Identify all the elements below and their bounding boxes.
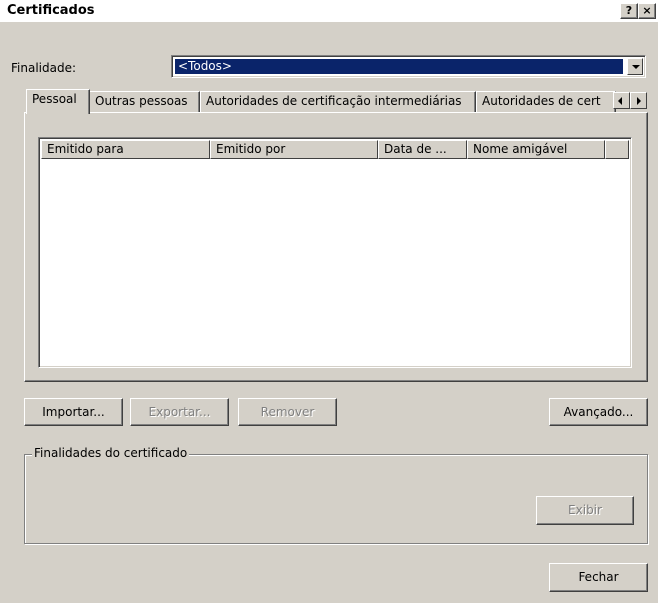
column-emitido-por[interactable]: Emitido por bbox=[210, 140, 378, 159]
tab-outras-pessoas[interactable]: Outras pessoas bbox=[89, 91, 200, 112]
column-nome-amigavel[interactable]: Nome amigável bbox=[467, 140, 605, 159]
tab-autoridades-intermediarias[interactable]: Autoridades de certificação intermediári… bbox=[200, 91, 476, 112]
title-bar bbox=[0, 0, 658, 22]
chevron-down-icon[interactable] bbox=[627, 58, 643, 75]
close-window-button[interactable]: × bbox=[638, 3, 656, 19]
tab-scroll-left-icon[interactable] bbox=[613, 92, 630, 109]
advanced-button[interactable]: Avançado... bbox=[549, 398, 648, 426]
window-title: Certificados bbox=[7, 3, 95, 18]
purpose-combobox[interactable]: <Todos> bbox=[171, 55, 646, 78]
import-button[interactable]: Importar... bbox=[24, 398, 123, 426]
column-data-validade[interactable]: Data de ... bbox=[378, 140, 467, 159]
export-button[interactable]: Exportar... bbox=[130, 398, 229, 426]
close-button[interactable]: Fechar bbox=[549, 563, 648, 592]
purpose-label: Finalidade: bbox=[11, 61, 77, 75]
tab-scroll-right-icon[interactable] bbox=[630, 92, 647, 109]
certificate-purposes-label: Finalidades do certificado bbox=[32, 446, 190, 460]
purpose-selected-value: <Todos> bbox=[175, 59, 623, 74]
tab-autoridades-raiz[interactable]: Autoridades de cert bbox=[476, 91, 616, 112]
certificate-list[interactable]: Emitido para Emitido por Data de ... Nom… bbox=[38, 137, 632, 368]
view-button[interactable]: Exibir bbox=[536, 496, 634, 525]
help-button[interactable]: ? bbox=[620, 3, 638, 19]
tab-pessoal[interactable]: Pessoal bbox=[26, 89, 90, 114]
remove-button[interactable]: Remover bbox=[238, 398, 337, 426]
column-extra[interactable] bbox=[605, 140, 629, 159]
column-emitido-para[interactable]: Emitido para bbox=[41, 140, 210, 159]
